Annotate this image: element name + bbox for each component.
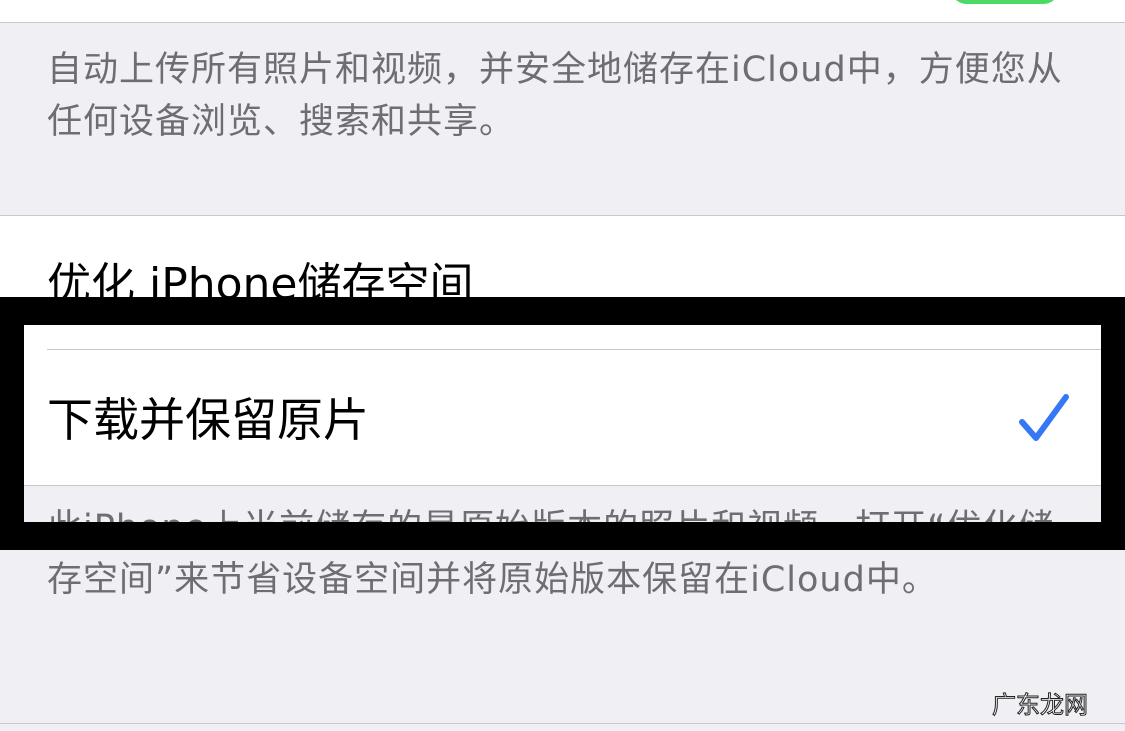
icloud-photos-toggle[interactable] bbox=[950, 0, 1060, 4]
optimize-storage-option[interactable]: 优化 iPhone储存空间 bbox=[47, 255, 474, 315]
checkmark-icon bbox=[1019, 394, 1069, 441]
storage-options-description: 此iPhone上当前储存的是原始版本的照片和视频。打开“优化储存空间”来节省设备… bbox=[47, 508, 1055, 600]
previous-settings-cell bbox=[0, 0, 1125, 23]
watermark-logo: 广东龙网 bbox=[992, 691, 1089, 720]
svg-text:广东龙网: 广东龙网 bbox=[992, 691, 1088, 719]
download-keep-originals-option[interactable]: 下载并保留原片 bbox=[47, 388, 369, 452]
section-bottom-separator bbox=[0, 723, 1125, 724]
icloud-photos-description: 自动上传所有照片和视频，并安全地储存在iCloud中，方便您从任何设备浏览、搜索… bbox=[47, 50, 1063, 142]
annotation-frame-left-edge bbox=[0, 297, 24, 550]
option-divider bbox=[47, 349, 1125, 350]
